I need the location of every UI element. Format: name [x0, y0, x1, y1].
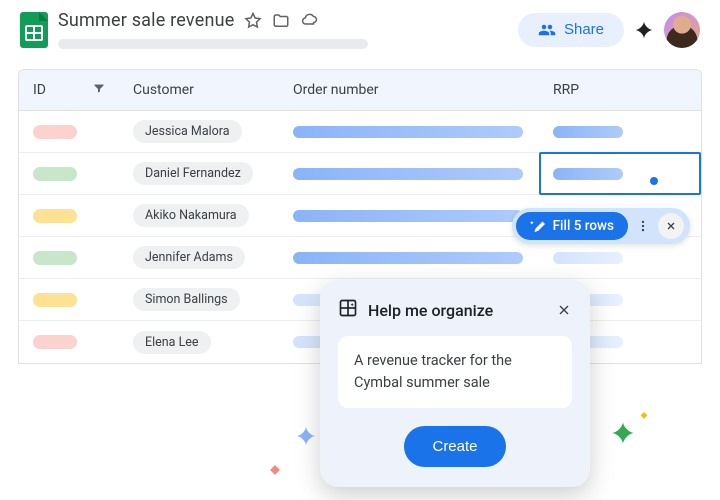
order-value-bar [293, 252, 523, 264]
id-status-pill [33, 125, 77, 139]
column-header-customer[interactable]: Customer [119, 70, 279, 110]
id-status-pill [33, 293, 77, 307]
cell-id[interactable] [19, 237, 119, 278]
fill-rows-button[interactable]: Fill 5 rows [516, 212, 628, 240]
help-me-organize-panel: Help me organize A revenue tracker for t… [320, 280, 590, 487]
fill-rows-label: Fill 5 rows [553, 218, 614, 234]
customer-chip[interactable]: Akiko Nakamura [133, 204, 249, 227]
title-block: Summer sale revenue [58, 10, 508, 49]
cell-id[interactable] [19, 153, 119, 194]
cell-customer[interactable]: Jennifer Adams [119, 237, 279, 278]
column-label: RRP [553, 82, 579, 98]
column-header-id[interactable]: ID [19, 70, 119, 110]
cell-customer[interactable]: Simon Ballings [119, 279, 279, 320]
table-row: Daniel Fernandez [19, 153, 701, 195]
cell-id[interactable] [19, 111, 119, 152]
cell-rrp[interactable] [539, 153, 701, 194]
id-status-pill [33, 209, 77, 223]
app-header: Summer sale revenue Share [0, 0, 720, 49]
id-status-pill [33, 335, 77, 349]
column-label: Order number [293, 82, 379, 98]
customer-chip[interactable]: Daniel Fernandez [133, 162, 253, 185]
document-title[interactable]: Summer sale revenue [58, 10, 234, 31]
column-header-order[interactable]: Order number [279, 70, 539, 110]
hmo-prompt-input[interactable]: A revenue tracker for the Cymbal summer … [338, 336, 572, 408]
cell-order[interactable] [279, 195, 539, 236]
filter-icon[interactable] [93, 82, 105, 98]
decorative-sparkle-icon [610, 420, 636, 450]
gemini-sparkle-icon[interactable] [634, 20, 654, 40]
column-label: Customer [133, 82, 194, 98]
sheets-logo-icon [20, 12, 48, 48]
cell-id[interactable] [19, 195, 119, 236]
fill-chip-close-icon[interactable] [658, 213, 684, 239]
id-status-pill [33, 251, 77, 265]
cell-id[interactable] [19, 279, 119, 320]
rrp-value-bar [553, 126, 623, 138]
cell-id[interactable] [19, 321, 119, 363]
id-status-pill [33, 167, 77, 181]
fill-chip-more-icon[interactable] [630, 213, 656, 239]
cell-order[interactable] [279, 111, 539, 152]
customer-chip[interactable]: Elena Lee [133, 331, 211, 354]
decorative-diamond-icon [270, 460, 280, 479]
share-button[interactable]: Share [518, 13, 624, 47]
order-value-bar [293, 210, 523, 222]
customer-chip[interactable]: Simon Ballings [133, 288, 240, 311]
cell-customer[interactable]: Jessica Malora [119, 111, 279, 152]
table-row: Jessica Malora [19, 111, 701, 153]
table-header-row: ID Customer Order number RRP [19, 70, 701, 111]
hmo-close-icon[interactable] [556, 302, 572, 318]
column-header-rrp[interactable]: RRP [539, 70, 701, 110]
hmo-title: Help me organize [368, 301, 493, 320]
autofill-handle-dot[interactable] [650, 177, 658, 185]
order-value-bar [293, 168, 523, 180]
menu-bar-placeholder [58, 39, 368, 49]
rrp-value-bar [553, 168, 623, 180]
customer-chip[interactable]: Jessica Malora [133, 120, 242, 143]
organize-icon [338, 298, 358, 322]
cell-customer[interactable]: Daniel Fernandez [119, 153, 279, 194]
rrp-value-bar [553, 252, 623, 264]
star-icon[interactable] [244, 12, 262, 30]
cloud-status-icon[interactable] [300, 12, 318, 30]
column-label: ID [33, 82, 46, 98]
account-avatar[interactable] [664, 12, 700, 48]
cell-customer[interactable]: Akiko Nakamura [119, 195, 279, 236]
decorative-sparkle-icon [295, 425, 317, 451]
decorative-diamond-icon [640, 405, 648, 424]
hmo-create-button[interactable]: Create [404, 426, 505, 467]
cell-order[interactable] [279, 153, 539, 194]
cell-customer[interactable]: Elena Lee [119, 321, 279, 363]
folder-move-icon[interactable] [272, 12, 290, 30]
cell-rrp[interactable] [539, 111, 701, 152]
autofill-suggestion-chip: Fill 5 rows [512, 208, 690, 244]
cell-order[interactable] [279, 237, 539, 278]
customer-chip[interactable]: Jennifer Adams [133, 246, 245, 269]
order-value-bar [293, 126, 523, 138]
share-button-label: Share [564, 21, 604, 38]
